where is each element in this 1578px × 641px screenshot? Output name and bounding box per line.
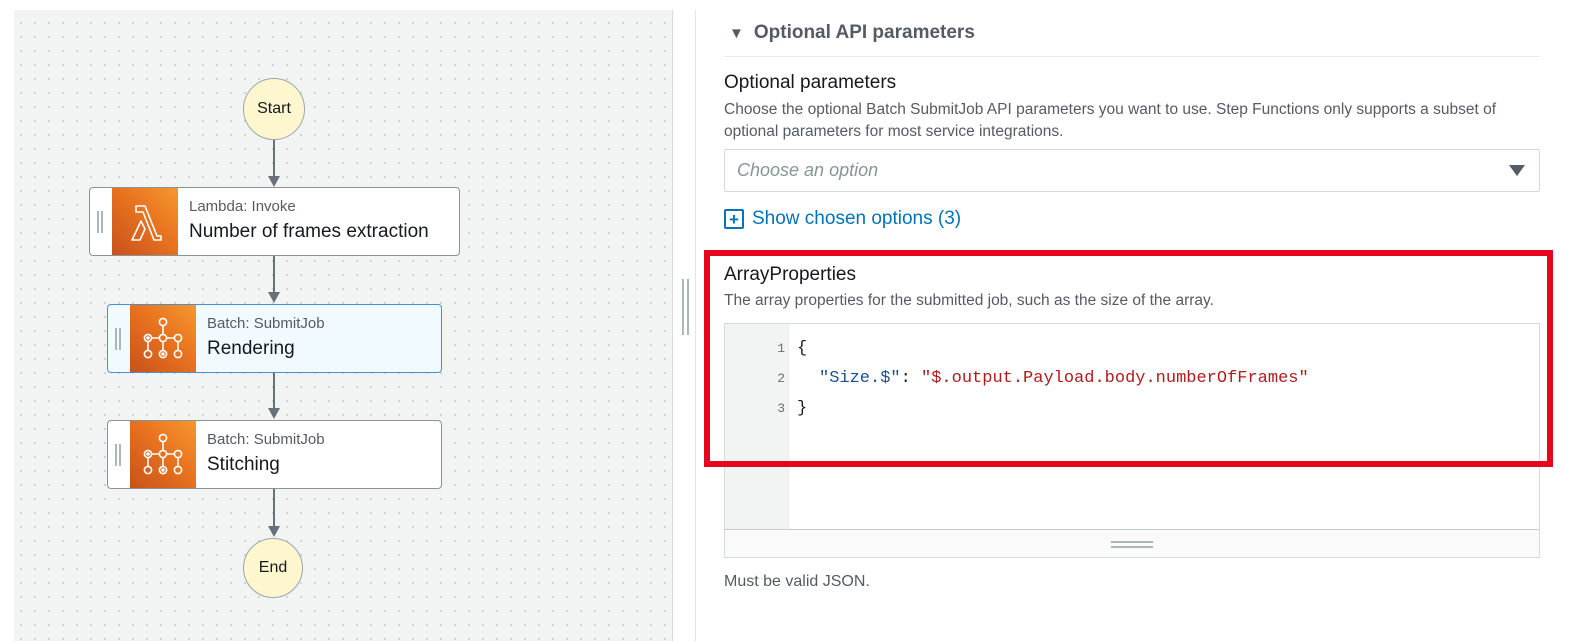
resize-grip-icon bbox=[1111, 541, 1153, 551]
state-rendering[interactable]: Batch: SubmitJob Rendering bbox=[107, 304, 442, 373]
lambda-icon bbox=[112, 188, 178, 255]
array-properties-label: ArrayProperties bbox=[724, 264, 856, 285]
optional-parameters-description: Choose the optional Batch SubmitJob API … bbox=[724, 101, 1497, 140]
line-number: 3 bbox=[777, 401, 785, 416]
state-number-of-frames-extraction[interactable]: Lambda: Invoke Number of frames extracti… bbox=[89, 187, 460, 256]
line-number: 2 bbox=[777, 371, 785, 386]
arrowhead bbox=[268, 408, 280, 419]
edge-stitching-to-end bbox=[273, 489, 275, 528]
drag-handle[interactable] bbox=[90, 188, 112, 255]
optional-api-parameters-toggle[interactable]: ▼ Optional API parameters bbox=[724, 22, 975, 44]
show-chosen-options-link[interactable]: + Show chosen options (3) bbox=[724, 208, 961, 230]
code-line-2: "Size.$": "$.output.Payload.body.numberO… bbox=[819, 366, 1309, 390]
end-node[interactable]: End bbox=[243, 538, 303, 598]
array-properties-description: The array properties for the submitted j… bbox=[724, 292, 1214, 309]
expand-plus-icon: + bbox=[724, 209, 744, 229]
json-brace: { bbox=[797, 338, 808, 358]
caret-down-icon: ▼ bbox=[729, 24, 744, 42]
line-number: 1 bbox=[777, 341, 785, 356]
arrowhead bbox=[268, 526, 280, 537]
edge-start-to-lambda bbox=[273, 140, 275, 178]
state-name: Rendering bbox=[207, 338, 295, 359]
json-separator: : bbox=[900, 368, 922, 388]
batch-icon bbox=[130, 305, 196, 372]
arrowhead bbox=[268, 176, 280, 187]
code-line-3: } bbox=[797, 396, 807, 420]
json-brace: } bbox=[797, 398, 808, 418]
start-node[interactable]: Start bbox=[243, 78, 305, 140]
state-name: Number of frames extraction bbox=[189, 221, 429, 242]
code-input[interactable]: { "Size.$": "$.output.Payload.body.numbe… bbox=[789, 324, 1539, 531]
edge-rendering-to-stitching bbox=[273, 373, 275, 410]
end-node-label: End bbox=[258, 559, 288, 576]
state-name: Stitching bbox=[207, 454, 280, 475]
optional-parameters-label: Optional parameters bbox=[724, 72, 897, 93]
code-line-1: { bbox=[797, 336, 807, 360]
state-type: Batch: SubmitJob bbox=[207, 431, 325, 448]
line-number-gutter: 1 2 3 bbox=[725, 324, 789, 531]
optional-parameters-select[interactable]: Choose an option bbox=[724, 149, 1540, 192]
edge-lambda-to-rendering bbox=[273, 256, 275, 294]
section-title: Optional API parameters bbox=[753, 22, 975, 43]
panel-divider-line bbox=[695, 10, 696, 641]
batch-icon bbox=[130, 421, 196, 488]
dropdown-caret-icon bbox=[1509, 165, 1525, 176]
show-chosen-options-label: Show chosen options (3) bbox=[752, 208, 962, 229]
state-type: Lambda: Invoke bbox=[189, 198, 296, 215]
state-stitching[interactable]: Batch: SubmitJob Stitching bbox=[107, 420, 442, 489]
array-properties-json-editor[interactable]: 1 2 3 { "Size.$": "$.output.Payload.body… bbox=[724, 323, 1540, 558]
section-divider bbox=[724, 56, 1540, 57]
start-node-label: Start bbox=[257, 100, 291, 117]
json-validation-hint: Must be valid JSON. bbox=[724, 573, 870, 590]
select-placeholder: Choose an option bbox=[737, 160, 879, 180]
drag-handle[interactable] bbox=[108, 305, 130, 372]
json-key: "Size.$" bbox=[819, 368, 901, 388]
state-type: Batch: SubmitJob bbox=[207, 315, 325, 332]
editor-resize-handle[interactable] bbox=[725, 529, 1539, 557]
drag-handle[interactable] bbox=[108, 421, 130, 488]
panel-resize-handle[interactable] bbox=[682, 279, 690, 335]
arrowhead bbox=[268, 292, 280, 303]
json-value: "$.output.Payload.body.numberOfFrames" bbox=[921, 368, 1309, 388]
